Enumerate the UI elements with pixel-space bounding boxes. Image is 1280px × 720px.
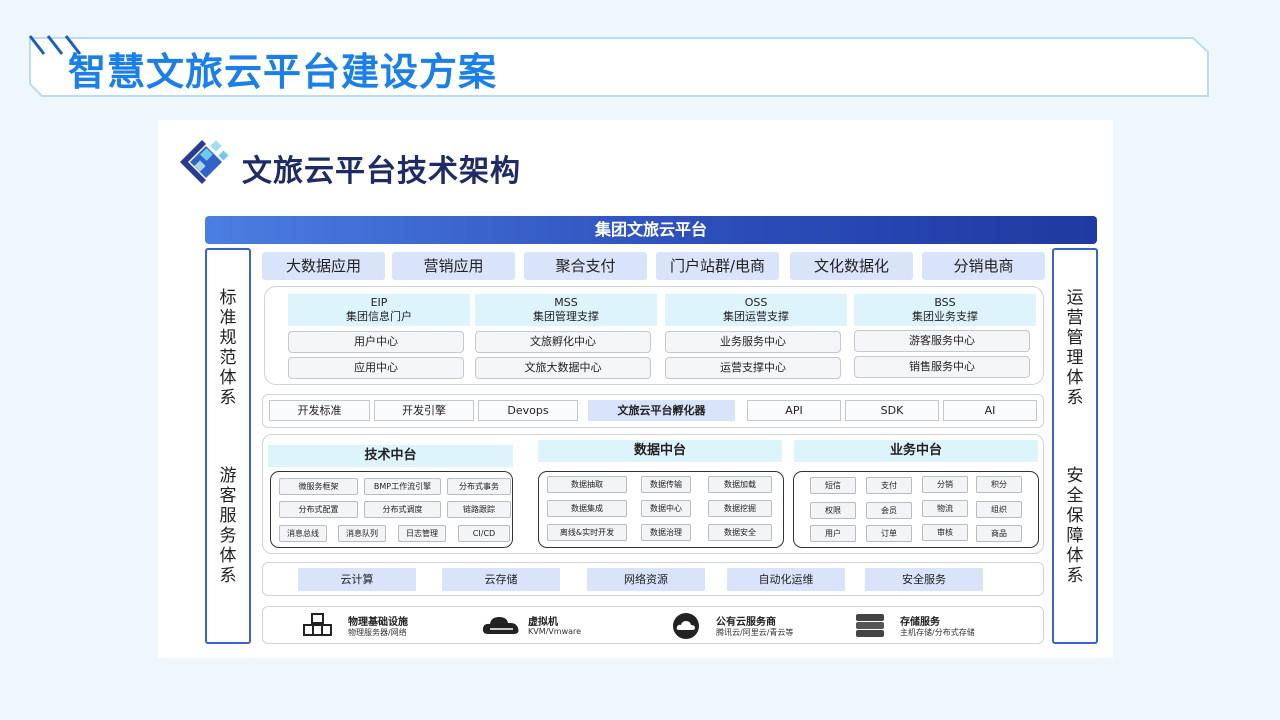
tech-item: 消息总线 [279,525,327,542]
visitor-service-system-label: 游客服务体系 [219,466,237,586]
business-item: 分销 [922,476,968,493]
system-code: OSS [744,296,768,309]
system-eip-header: EIP 集团信息门户 [288,294,470,326]
system-item: 应用中心 [288,357,464,379]
data-item: 数据挖掘 [708,500,772,517]
tool-item: Devops [478,400,578,421]
data-item: 数据集成 [547,500,627,517]
system-item: 游客服务中心 [854,330,1030,352]
system-code: BSS [934,296,956,309]
data-item: 数据加载 [708,476,772,493]
system-mss-header: MSS 集团管理支撑 [475,294,657,326]
resource-sub: KVM/Vmware [528,627,582,636]
app-item: 文化数据化 [790,252,913,280]
business-item: 组织 [976,501,1022,518]
resource-name: 公有云服务商 [716,617,776,628]
data-item: 数据传输 [641,476,691,493]
security-system-label: 安全保障体系 [1066,466,1084,586]
operations-system-label: 运营管理体系 [1066,288,1084,408]
tech-item: 分布式调度 [364,501,441,518]
system-item: 运营支撑中心 [665,357,841,379]
system-name: 集团信息门户 [346,310,412,323]
tool-item: 开发标准 [269,400,370,421]
tech-item: CI/CD [458,525,510,542]
business-platform-title: 业务中台 [794,440,1038,462]
infra-item: 自动化运维 [727,568,845,591]
standards-system-label: 标准规范体系 [219,288,237,408]
tech-item: BMP工作流引擎 [364,478,441,495]
tool-item: SDK [845,400,939,421]
database-icon [856,614,884,637]
system-item: 文旅大数据中心 [475,357,651,379]
incubator-item: 文旅云平台孵化器 [588,400,735,421]
infra-item: 云存储 [442,568,560,591]
data-item: 离线&实时开发 [547,524,627,541]
infra-item: 云计算 [298,568,416,591]
resource-sub: 腾讯云/阿里云/青云等 [716,628,794,637]
diamond-logo-icon [180,140,229,184]
cubes-icon [303,613,332,636]
business-item: 短信 [810,477,856,494]
tech-item: 消息队列 [338,525,386,542]
system-code: EIP [370,296,388,309]
system-item: 销售服务中心 [854,356,1030,378]
system-name: 集团业务支撑 [912,310,978,323]
data-item: 数据治理 [641,524,691,541]
system-item: 文旅孵化中心 [475,331,651,353]
architecture-panel: 文旅云平台技术架构 集团文旅云平台 标准规范体系 游客服务体系 运营管理体系 安… [158,120,1113,658]
tech-platform-title: 技术中台 [268,445,513,467]
business-item: 权限 [810,502,856,519]
group-platform-bar: 集团文旅云平台 [205,216,1097,244]
resource-sub: 物理服务器/网络 [348,628,407,637]
app-item: 营销应用 [392,252,515,280]
system-name: 集团管理支撑 [533,310,599,323]
app-item: 分销电商 [922,252,1045,280]
tech-item: 分布式事务 [447,478,511,495]
business-item: 物流 [922,500,968,517]
system-oss-header: OSS 集团运营支撑 [665,294,847,326]
cloud-circle-icon [673,613,699,639]
tech-item: 分布式配置 [279,501,358,518]
right-side-column: 运营管理体系 安全保障体系 [1052,248,1098,644]
system-item: 业务服务中心 [665,331,841,353]
system-bss-header: BSS 集团业务支撑 [854,294,1036,326]
system-name: 集团运营支撑 [723,310,789,323]
app-item: 门户站群/电商 [656,252,779,280]
tool-item: AI [943,400,1037,421]
tool-item: API [747,400,841,421]
business-item: 用户 [810,525,856,542]
tech-item: 微服务框架 [279,478,358,495]
tech-item: 日志管理 [398,525,446,542]
data-item: 数据安全 [708,524,772,541]
tech-item: 链路跟踪 [447,501,511,518]
resource-name: 存储服务 [900,617,940,628]
slash-decoration-icon [28,35,82,55]
app-item: 大数据应用 [262,252,385,280]
slide-title: 智慧文旅云平台建设方案 [68,50,498,94]
left-side-column: 标准规范体系 游客服务体系 [205,248,251,644]
business-item: 商品 [976,525,1022,542]
business-item: 积分 [976,476,1022,493]
business-item: 审核 [922,524,968,541]
resource-sub: 主机存储/分布式存储 [900,628,975,637]
data-item: 数据中心 [641,500,691,517]
system-code: MSS [554,296,578,309]
business-item: 会员 [866,502,912,519]
business-item: 支付 [866,477,912,494]
business-item: 订单 [866,525,912,542]
panel-title: 文旅云平台技术架构 [242,154,521,189]
cloud-icon [482,617,519,634]
tool-item: 开发引擎 [374,400,474,421]
resource-name: 虚拟机 [528,617,558,628]
data-platform-title: 数据中台 [538,440,782,462]
slide-header: 智慧文旅云平台建设方案 [28,32,1210,98]
infra-item: 网络资源 [587,568,705,591]
infra-item: 安全服务 [865,568,983,591]
resource-name: 物理基础设施 [348,617,408,628]
system-item: 用户中心 [288,331,464,353]
data-item: 数据抽取 [547,476,627,493]
app-item: 聚合支付 [524,252,647,280]
